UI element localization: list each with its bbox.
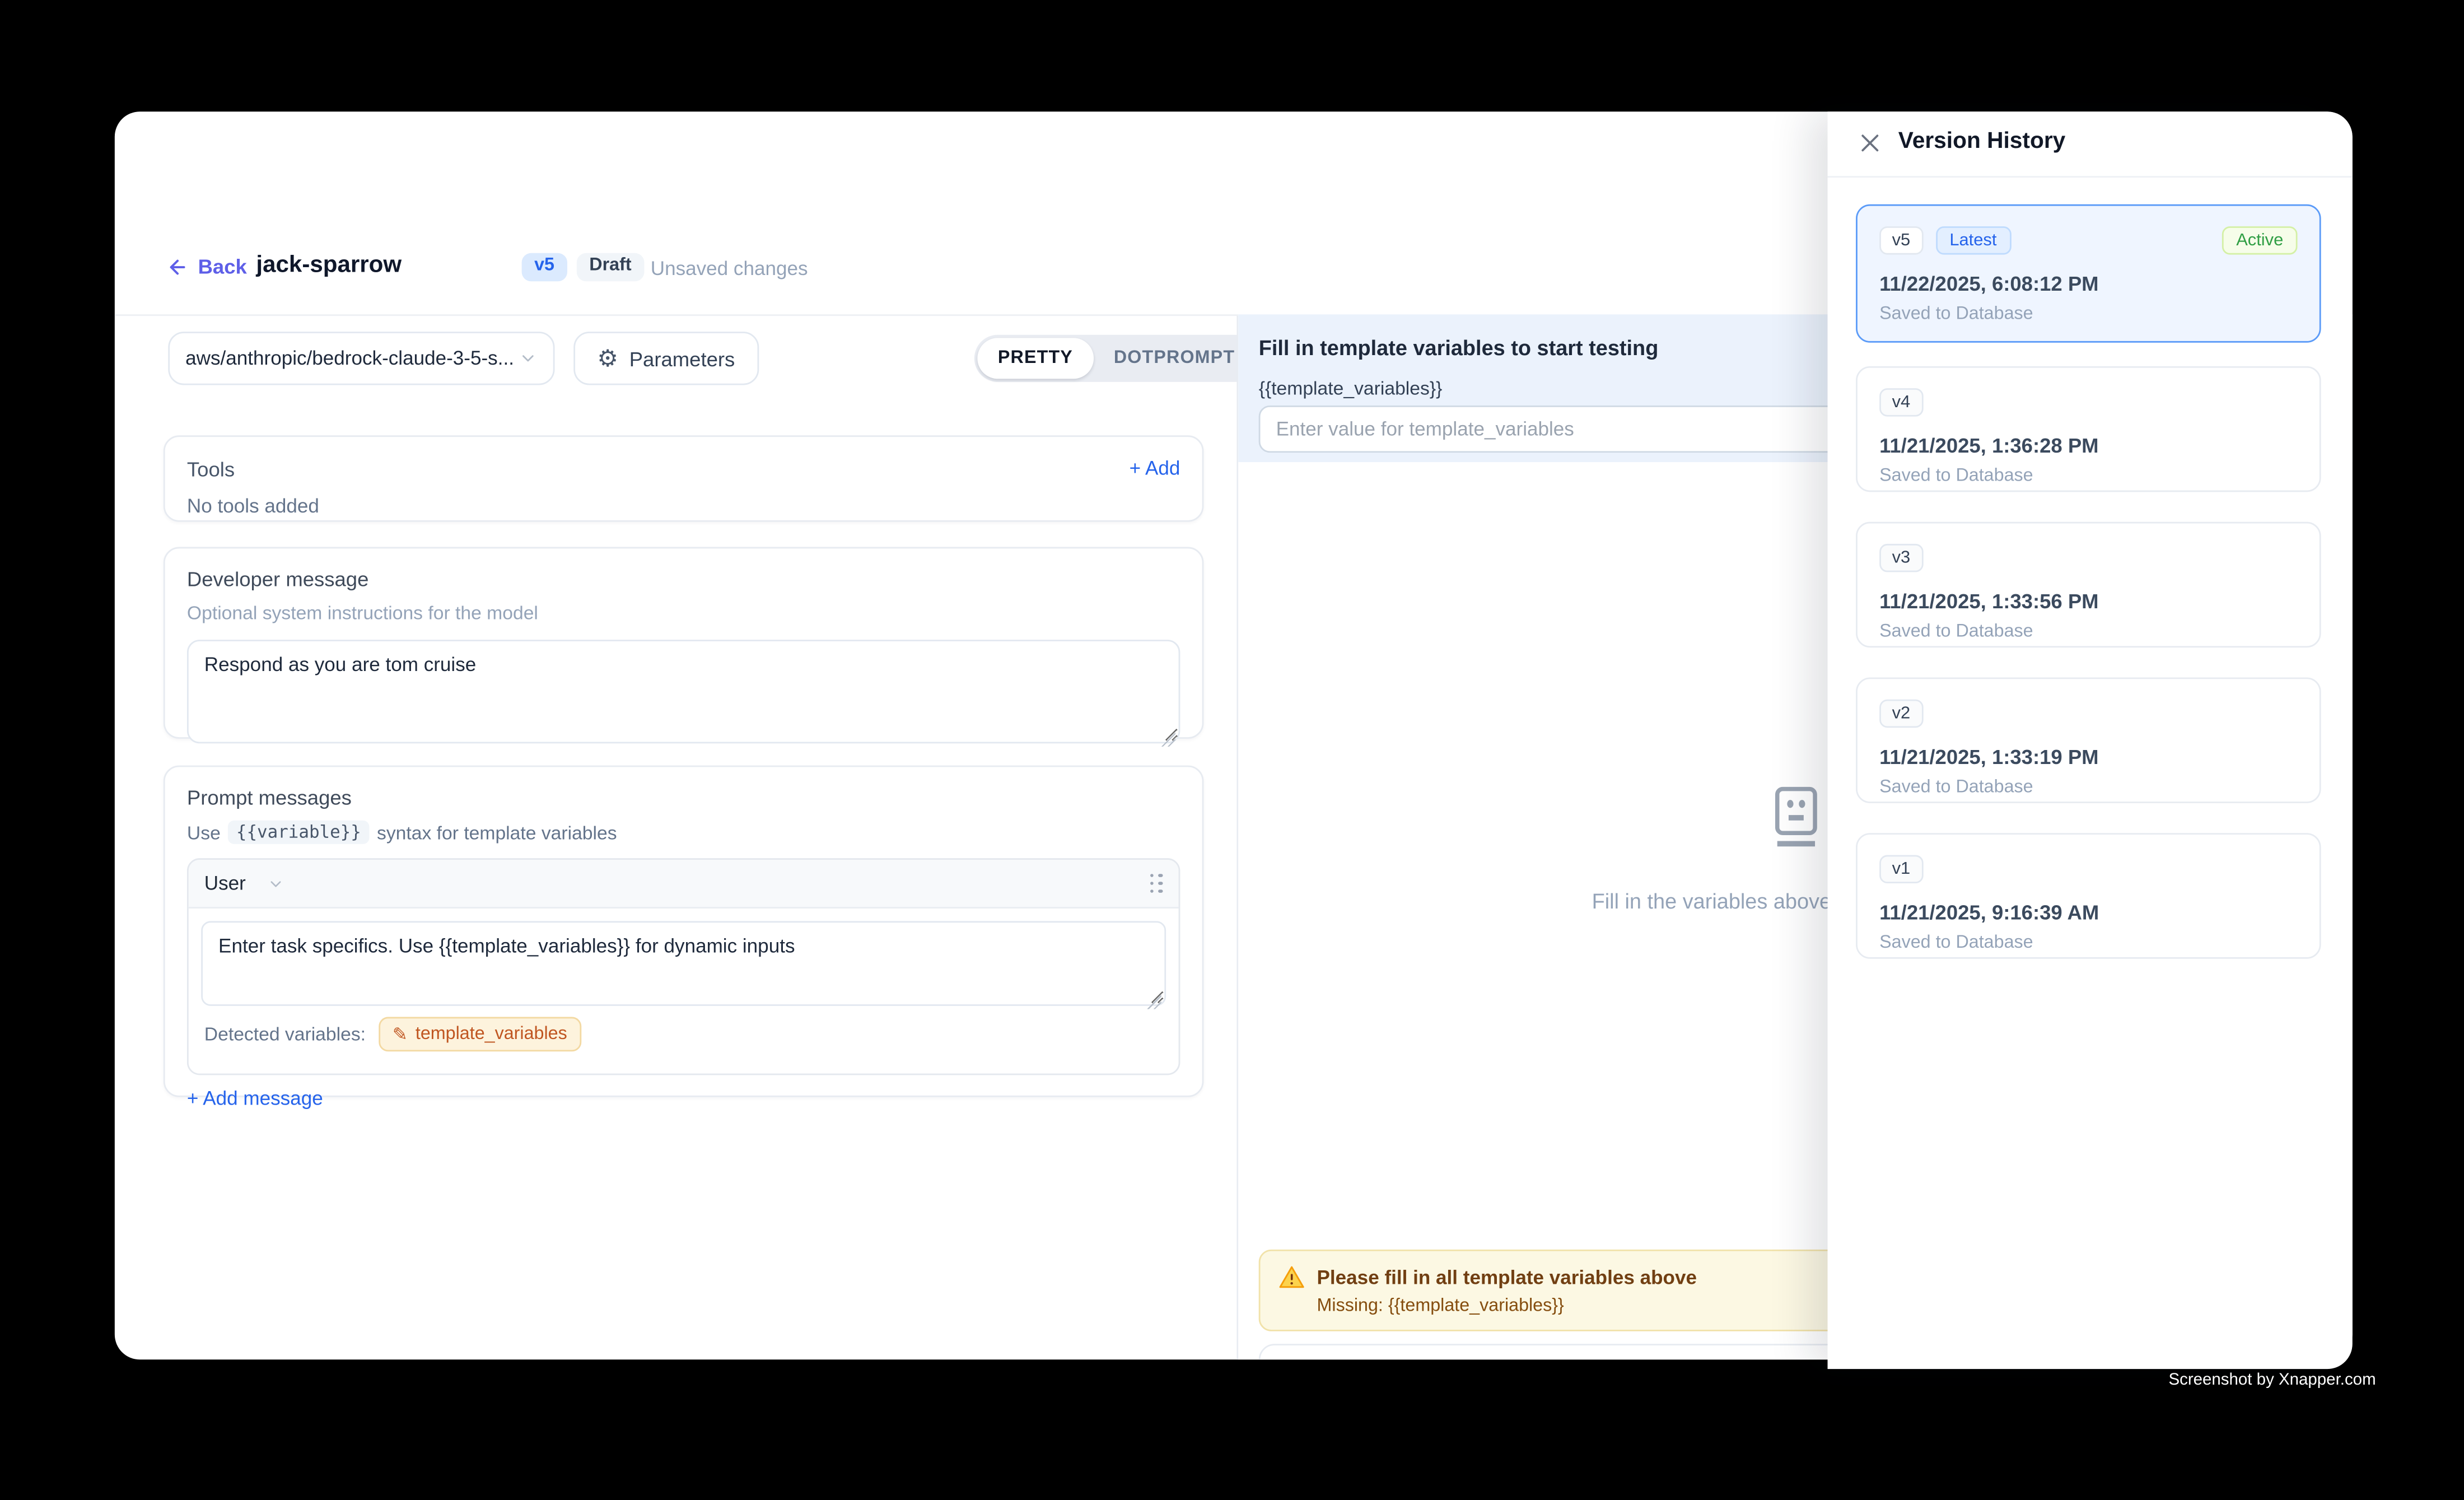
toggle-dotprompt[interactable]: DOTPROMPT <box>1093 338 1255 379</box>
version-history-header: Version History <box>1828 111 2353 178</box>
bot-face-icon <box>1766 786 1826 849</box>
active-badge: Active <box>2222 226 2298 255</box>
developer-message-textarea[interactable]: Respond as you are tom cruise <box>187 640 1180 743</box>
back-button[interactable]: Back <box>166 255 246 278</box>
chevron-down-icon <box>268 875 285 892</box>
version-timestamp: 11/21/2025, 9:16:39 AM <box>1879 901 2297 924</box>
add-tool-button[interactable]: + Add <box>1130 458 1180 479</box>
version-history-title: Version History <box>1898 129 2066 154</box>
version-number-badge: v2 <box>1879 700 1923 728</box>
message-block: User Enter task specifics. Use {{templat… <box>187 858 1180 1075</box>
version-timestamp: 11/22/2025, 6:08:12 PM <box>1879 272 2297 295</box>
page-title: jack-sparrow <box>256 251 402 278</box>
prompt-messages-title: Prompt messages <box>187 786 1180 809</box>
watermark-text: Screenshot by Xnapper.com <box>2168 1371 2376 1390</box>
role-select-value: User <box>204 872 246 894</box>
arrow-left-icon <box>166 255 188 277</box>
version-status: Saved to Database <box>1879 622 2297 641</box>
template-variable-label: {{template_variables}} <box>1259 377 1443 399</box>
version-status: Saved to Database <box>1879 934 2297 953</box>
tools-title: Tools <box>187 458 1180 481</box>
template-variable-chip[interactable]: ✎ template_variables <box>379 1017 581 1052</box>
message-body: Enter task specifics. Use {{template_var… <box>189 909 1179 1074</box>
version-number-badge: v5 <box>1879 226 1923 255</box>
drag-handle-icon[interactable] <box>1150 873 1163 893</box>
warning-title: Please fill in all template variables ab… <box>1317 1266 1697 1288</box>
version-number-badge: v1 <box>1879 855 1923 884</box>
gear-icon: ⚙ <box>597 347 618 370</box>
prompt-messages-card: Prompt messages Use {{variable}} syntax … <box>164 766 1204 1097</box>
developer-message-card: Developer message Optional system instru… <box>164 547 1204 739</box>
latest-badge: Latest <box>1935 226 2011 255</box>
detected-variables-row: Detected variables: ✎ template_variables <box>201 1014 1166 1061</box>
template-variable-chip-label: template_variables <box>416 1025 567 1044</box>
parameters-button[interactable]: ⚙ Parameters <box>573 332 758 385</box>
role-select[interactable]: User <box>204 872 285 894</box>
template-syntax-hint: Use {{variable}} syntax for template var… <box>187 821 1180 844</box>
hint-suffix: syntax for template variables <box>377 821 617 843</box>
version-timestamp: 11/21/2025, 1:33:56 PM <box>1879 589 2297 613</box>
developer-message-title: Developer message <box>187 567 1180 591</box>
hint-prefix: Use <box>187 821 221 843</box>
parameters-label: Parameters <box>629 347 735 370</box>
format-toggle: PRETTY DOTPROMPT <box>974 335 1258 382</box>
pencil-icon: ✎ <box>393 1023 408 1045</box>
screenshot-stage: Back jack-sparrow v5 Draft Unsaved chang… <box>0 0 2464 1499</box>
close-icon[interactable] <box>1858 131 1883 156</box>
message-header: User <box>189 860 1179 909</box>
chevron-down-icon <box>519 349 538 368</box>
add-message-button[interactable]: + Add message <box>187 1088 1180 1110</box>
version-card-v4[interactable]: v4 11/21/2025, 1:36:28 PM Saved to Datab… <box>1856 366 2321 492</box>
toggle-pretty[interactable]: PRETTY <box>977 338 1093 379</box>
version-timestamp: 11/21/2025, 1:36:28 PM <box>1879 434 2297 457</box>
draft-badge: Draft <box>577 253 644 281</box>
fill-variables-title: Fill in template variables to start test… <box>1259 337 1659 360</box>
version-number-badge: v4 <box>1879 388 1923 417</box>
version-badge: v5 <box>522 253 567 281</box>
model-select-value: aws/anthropic/bedrock-claude-3-5-s... <box>185 347 519 369</box>
user-message-textarea[interactable]: Enter task specifics. Use {{template_var… <box>201 921 1166 1006</box>
detected-variables-label: Detected variables: <box>204 1023 366 1045</box>
version-card-v3[interactable]: v3 11/21/2025, 1:33:56 PM Saved to Datab… <box>1856 522 2321 647</box>
developer-message-subtitle: Optional system instructions for the mod… <box>187 602 1180 624</box>
unsaved-changes-label: Unsaved changes <box>651 258 808 279</box>
tools-empty-text: No tools added <box>187 495 1180 517</box>
model-select[interactable]: aws/anthropic/bedrock-claude-3-5-s... <box>168 332 554 385</box>
variable-syntax-chip: {{variable}} <box>228 821 369 844</box>
version-card-v1[interactable]: v1 11/21/2025, 9:16:39 AM Saved to Datab… <box>1856 833 2321 958</box>
version-status: Saved to Database <box>1879 305 2297 324</box>
version-status: Saved to Database <box>1879 778 2297 797</box>
version-card-v5[interactable]: v5 Latest Active 11/22/2025, 6:08:12 PM … <box>1856 204 2321 343</box>
warning-icon <box>1279 1265 1304 1289</box>
back-label: Back <box>198 255 247 278</box>
version-number-badge: v3 <box>1879 544 1923 572</box>
version-history-panel: Version History v5 Latest Active 11/22/2… <box>1828 111 2353 1369</box>
version-card-v2[interactable]: v2 11/21/2025, 1:33:19 PM Saved to Datab… <box>1856 677 2321 803</box>
version-timestamp: 11/21/2025, 1:33:19 PM <box>1879 745 2297 768</box>
tools-card: Tools + Add No tools added <box>164 435 1204 521</box>
version-status: Saved to Database <box>1879 467 2297 486</box>
